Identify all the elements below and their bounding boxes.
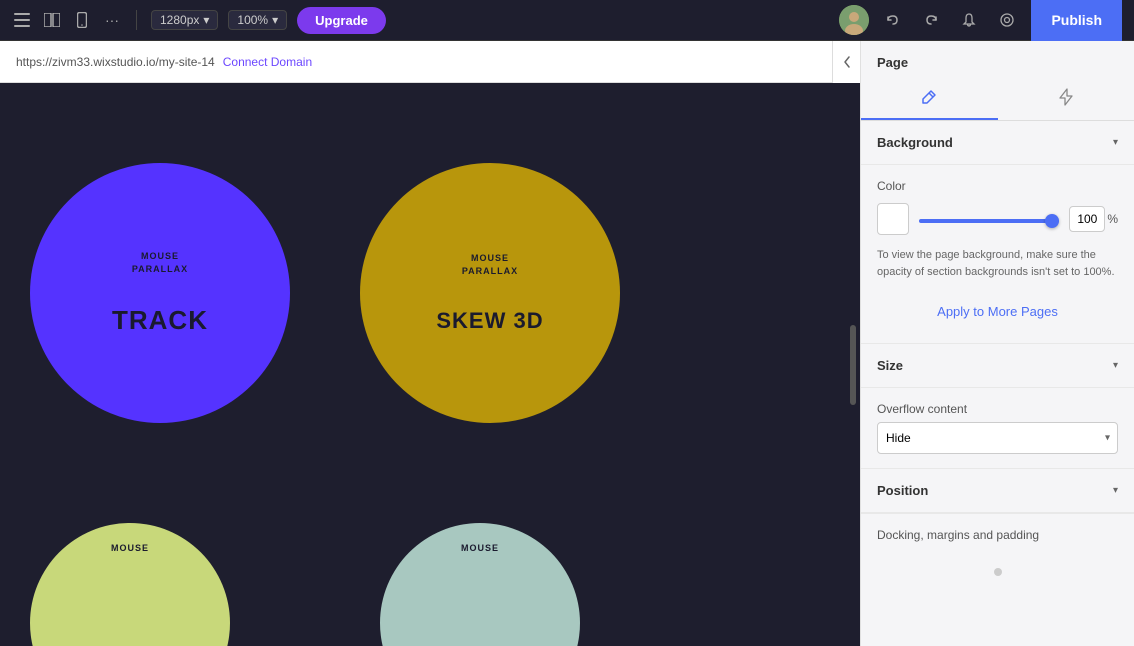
divider-1	[136, 10, 137, 30]
background-chevron: ▾	[1113, 137, 1118, 148]
size-section: Size ▾ Overflow content Hide ▾	[861, 343, 1134, 468]
page-canvas: MOUSE PARALLAX TRACK MOUSE PARALLAX SKEW…	[0, 83, 860, 646]
topbar: ··· 1280px ▾ 100% ▾ Upgrade	[0, 0, 1134, 41]
resolution-arrow: ▾	[203, 13, 209, 27]
main-layout: https://zivm33.wixstudio.io/my-site-14 C…	[0, 41, 1134, 646]
circle-green-label: MOUSE	[111, 543, 149, 553]
mobile-icon[interactable]	[72, 10, 92, 30]
undo-button[interactable]	[879, 6, 907, 34]
scrollbar[interactable]	[850, 325, 856, 405]
overflow-select-wrap: Hide ▾	[877, 422, 1118, 454]
zoom-selector[interactable]: 100% ▾	[228, 10, 287, 30]
address-bar: https://zivm33.wixstudio.io/my-site-14 C…	[0, 55, 832, 69]
more-icon[interactable]: ···	[102, 10, 122, 30]
circle-blue-main-label: TRACK	[112, 305, 208, 336]
background-content: Color 100 % To view the page background,…	[861, 165, 1134, 343]
opacity-slider-wrap	[919, 210, 1059, 228]
collapse-panel-button[interactable]	[832, 41, 860, 83]
resolution-selector[interactable]: 1280px ▾	[151, 10, 218, 30]
more-dots: ···	[105, 12, 119, 28]
position-header[interactable]: Position ▾	[861, 469, 1134, 513]
circle-yellow-small-label: MOUSE PARALLAX	[462, 252, 518, 277]
circle-teal-label: MOUSE	[461, 543, 499, 553]
tab-design[interactable]	[861, 80, 998, 120]
opacity-value-wrap: 100 %	[1069, 206, 1118, 232]
color-swatch[interactable]	[877, 203, 909, 235]
right-panel: Page B	[860, 41, 1134, 646]
opacity-input[interactable]: 100	[1069, 206, 1105, 232]
upgrade-button[interactable]: Upgrade	[297, 7, 386, 34]
color-row: 100 %	[877, 203, 1118, 235]
zoom-arrow: ▾	[272, 13, 278, 27]
opacity-slider[interactable]	[919, 219, 1059, 223]
docking-visual	[877, 552, 1118, 592]
design-icon	[920, 88, 938, 111]
position-chevron: ▾	[1113, 485, 1118, 496]
position-section: Position ▾	[861, 468, 1134, 513]
panel-title: Page	[877, 55, 1118, 70]
size-content: Overflow content Hide ▾	[861, 388, 1134, 468]
size-chevron: ▾	[1113, 360, 1118, 371]
docking-content: Docking, margins and padding	[861, 514, 1134, 606]
canvas-container: https://zivm33.wixstudio.io/my-site-14 C…	[0, 41, 860, 646]
circle-blue: MOUSE PARALLAX TRACK	[30, 163, 290, 423]
panel-header: Page	[861, 41, 1134, 80]
position-title: Position	[877, 483, 928, 498]
docking-dot	[994, 568, 1002, 576]
size-title: Size	[877, 358, 903, 373]
circle-yellow-main-label: SKEW 3D	[436, 308, 543, 334]
sidebar-toggle-icon[interactable]	[12, 10, 32, 30]
background-title: Background	[877, 135, 953, 150]
circle-yellow: MOUSE PARALLAX SKEW 3D	[360, 163, 620, 423]
address-row: https://zivm33.wixstudio.io/my-site-14 C…	[0, 41, 860, 83]
publish-button[interactable]: Publish	[1031, 0, 1122, 41]
redo-button[interactable]	[917, 6, 945, 34]
background-info: To view the page background, make sure t…	[877, 247, 1118, 280]
color-label: Color	[877, 179, 1118, 193]
circle-blue-small-label: MOUSE PARALLAX	[132, 250, 188, 275]
notifications-icon[interactable]	[955, 6, 983, 34]
lightning-icon	[1058, 88, 1074, 111]
opacity-pct: %	[1107, 212, 1118, 226]
zoom-value: 100%	[237, 13, 268, 27]
avatar[interactable]	[839, 5, 869, 35]
docking-section: Docking, margins and padding	[861, 513, 1134, 606]
panel-tabs	[861, 80, 1134, 121]
overflow-label: Overflow content	[877, 402, 1118, 416]
apply-more-pages-button[interactable]: Apply to More Pages	[877, 294, 1118, 329]
background-section: Background ▾ Color 100 % To view the pag…	[861, 121, 1134, 343]
docking-label: Docking, margins and padding	[877, 528, 1118, 542]
connect-domain-link[interactable]: Connect Domain	[223, 55, 312, 69]
size-header[interactable]: Size ▾	[861, 344, 1134, 388]
url-display: https://zivm33.wixstudio.io/my-site-14	[16, 55, 215, 69]
tab-lightning[interactable]	[998, 80, 1134, 120]
panel-icon[interactable]	[42, 10, 62, 30]
preview-icon[interactable]	[993, 6, 1021, 34]
overflow-select[interactable]: Hide	[877, 422, 1118, 454]
circle-green: MOUSE	[30, 523, 230, 646]
background-header[interactable]: Background ▾	[861, 121, 1134, 165]
resolution-value: 1280px	[160, 13, 199, 27]
circle-teal: MOUSE	[380, 523, 580, 646]
